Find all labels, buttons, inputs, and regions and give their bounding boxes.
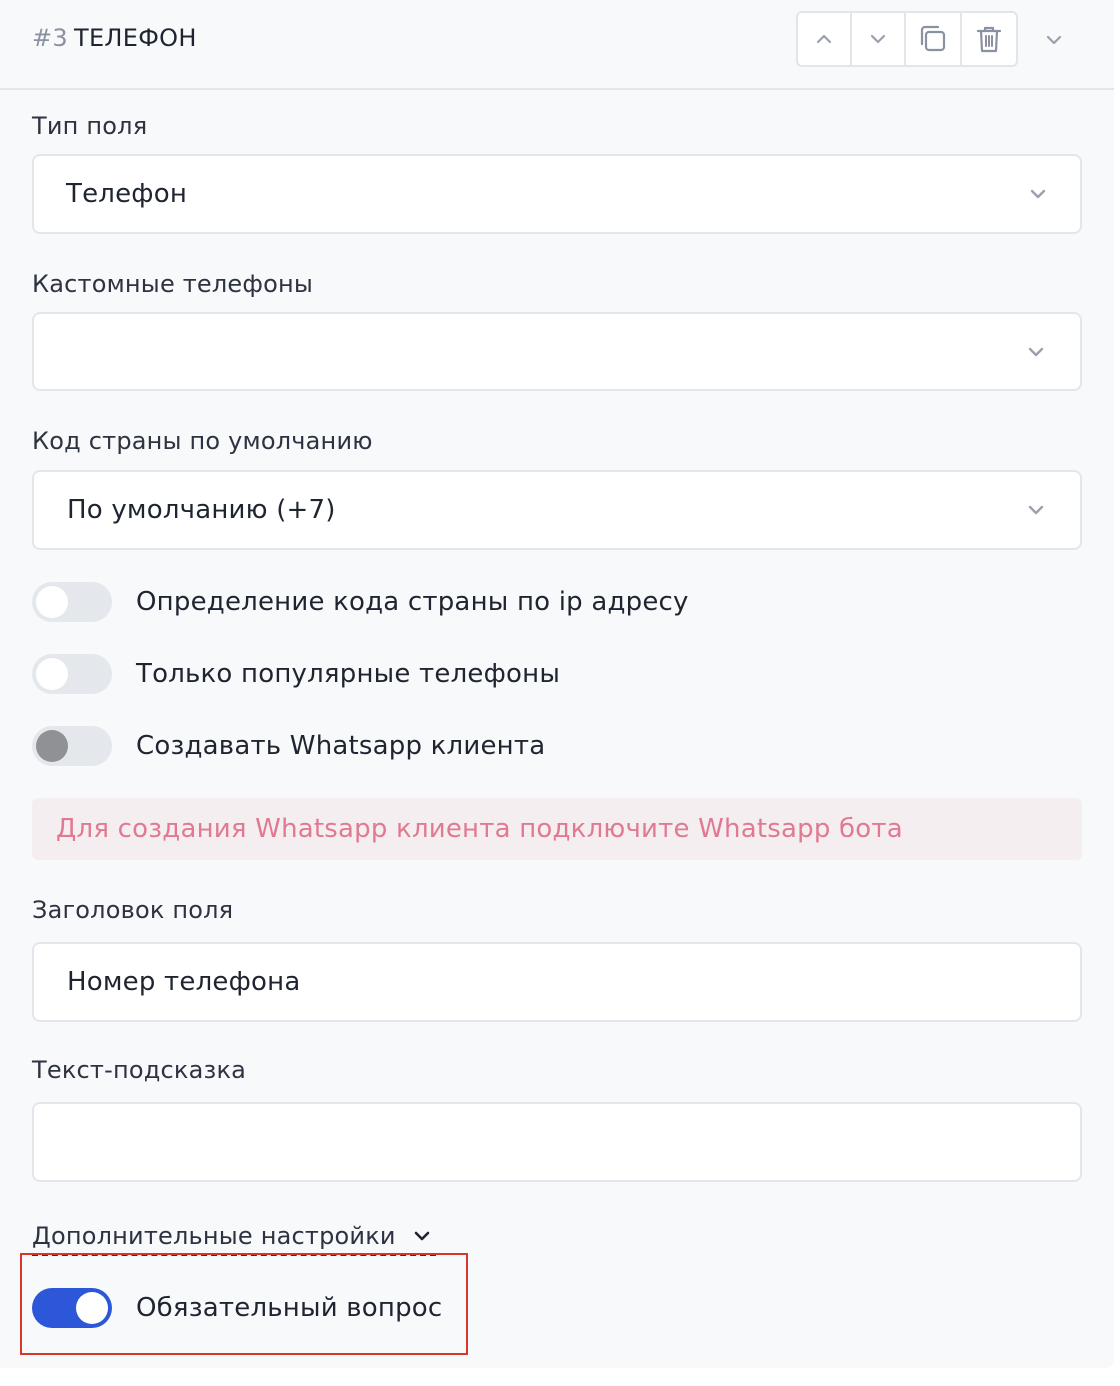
whatsapp-toggle[interactable]	[32, 726, 112, 766]
chevron-down-icon	[412, 1224, 436, 1248]
move-down-button[interactable]	[852, 13, 906, 65]
toggle-knob	[36, 730, 68, 762]
chevron-down-icon	[1024, 340, 1048, 364]
toggle-knob	[36, 586, 68, 618]
advanced-settings-label: Дополнительные настройки	[32, 1222, 396, 1250]
toggle-knob	[36, 658, 68, 690]
country-code-label: Код страны по умолчанию	[32, 427, 373, 455]
field-title-value: Номер телефона	[67, 967, 301, 997]
move-up-button[interactable]	[798, 13, 852, 65]
field-title: #3 ТЕЛЕФОН	[32, 24, 197, 52]
popular-only-toggle[interactable]	[32, 654, 112, 694]
whatsapp-alert-text: Для создания Whatsapp клиента подключите…	[56, 814, 903, 844]
whatsapp-label: Создавать Whatsapp клиента	[136, 731, 546, 761]
advanced-settings-toggle[interactable]: Дополнительные настройки	[32, 1218, 436, 1256]
field-type-select[interactable]: Телефон	[32, 154, 1082, 234]
field-title-input[interactable]: Номер телефона	[32, 942, 1082, 1022]
trash-icon	[976, 26, 1002, 53]
popular-only-row: Только популярные телефоны	[32, 654, 560, 694]
collapse-field-button[interactable]	[1038, 24, 1070, 56]
field-title-label: Заголовок поля	[32, 896, 234, 924]
field-type-label: Тип поля	[32, 112, 148, 140]
chevron-down-icon	[1046, 35, 1062, 45]
custom-phones-label: Кастомные телефоны	[32, 270, 314, 298]
delete-button[interactable]	[962, 13, 1016, 65]
custom-phones-select[interactable]	[32, 312, 1082, 391]
ip-detect-toggle[interactable]	[32, 582, 112, 622]
chevron-up-icon	[816, 34, 832, 44]
field-settings-panel: #3 ТЕЛЕФОН Тип поля Телефон Кастомные те…	[0, 0, 1114, 1368]
chevron-down-icon	[870, 34, 886, 44]
hint-text-input[interactable]	[32, 1102, 1082, 1182]
chevron-down-icon	[1024, 498, 1048, 522]
duplicate-button[interactable]	[906, 13, 962, 65]
country-code-value: По умолчанию (+7)	[67, 495, 336, 525]
country-code-select[interactable]: По умолчанию (+7)	[32, 470, 1082, 550]
copy-icon	[920, 25, 946, 52]
chevron-down-icon	[1026, 182, 1050, 206]
ip-detect-label: Определение кода страны по ip адресу	[136, 587, 689, 617]
field-header: #3 ТЕЛЕФОН	[0, 0, 1114, 90]
popular-only-label: Только популярные телефоны	[136, 659, 561, 689]
field-actions-group	[796, 11, 1018, 67]
field-name: ТЕЛЕФОН	[73, 24, 197, 52]
field-number: #3	[32, 24, 68, 52]
ip-detect-row: Определение кода страны по ip адресу	[32, 582, 689, 622]
whatsapp-alert: Для создания Whatsapp клиента подключите…	[32, 798, 1082, 860]
hint-text-label: Текст-подсказка	[32, 1056, 247, 1084]
field-type-value: Телефон	[66, 179, 188, 209]
highlight-box	[20, 1253, 468, 1355]
whatsapp-row: Создавать Whatsapp клиента	[32, 726, 545, 766]
